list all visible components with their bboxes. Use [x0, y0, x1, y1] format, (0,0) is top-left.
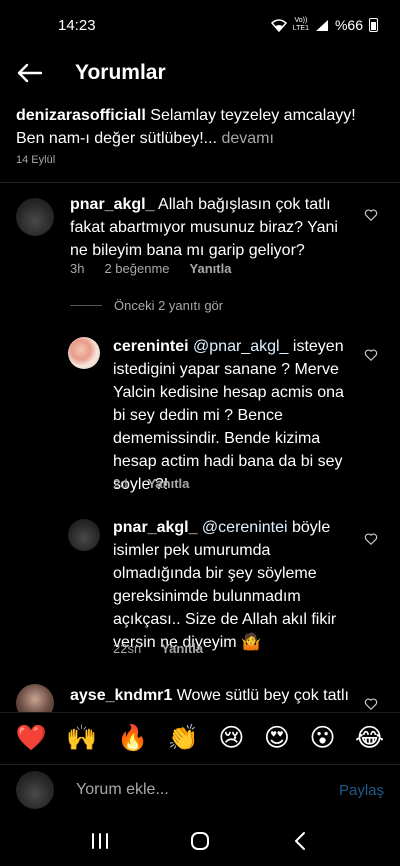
emoji-surprised[interactable]: 😮 [309, 726, 335, 751]
divider [0, 182, 400, 183]
recent-apps-icon [92, 833, 108, 849]
avatar[interactable] [68, 519, 100, 551]
comment-input-bar: Paylaş [0, 764, 400, 816]
emoji-heart-eyes[interactable]: 😍 [264, 726, 290, 751]
mention-link[interactable]: @cerenintei [197, 519, 288, 536]
comment-username[interactable]: ayse_kndmr1 [70, 687, 172, 704]
emoji-clap[interactable]: 👏 [168, 726, 199, 751]
caption-date: 14 Eylül [16, 154, 56, 166]
emoji-laughing[interactable]: 😂 [355, 726, 384, 751]
header: Yorumlar [0, 52, 400, 94]
home-button[interactable] [180, 821, 220, 861]
emoji-heart[interactable]: ❤️ [16, 726, 47, 751]
system-nav-bar [0, 816, 400, 866]
reply-meta: 22sn Yanıtla [113, 641, 203, 656]
emoji-raised-hands[interactable]: 🙌 [66, 726, 97, 751]
status-time: 14:23 [58, 16, 96, 34]
back-button[interactable] [13, 57, 45, 89]
comment-likes[interactable]: 2 beğenme [104, 261, 169, 276]
view-replies-button[interactable]: Önceki 2 yanıtı gör [70, 298, 223, 313]
post-button[interactable]: Paylaş [339, 782, 384, 799]
wifi-icon [270, 18, 287, 32]
chevron-left-icon [295, 832, 305, 850]
comment-input[interactable] [76, 778, 316, 802]
page-title: Yorumlar [75, 61, 166, 84]
reply-time: 2d [113, 476, 128, 491]
reply-text: cerenintei @pnar_akgl_ isteyen istedigin… [113, 338, 344, 493]
avatar[interactable] [16, 198, 54, 236]
comment-time: 3h [70, 261, 85, 276]
post-caption: denizarasofficiall Selamlay teyzeley amc… [16, 104, 386, 150]
recent-apps-button[interactable] [80, 821, 120, 861]
back-nav-button[interactable] [280, 821, 320, 861]
comment-text: ayse_kndmr1 Wowe sütlü bey çok tatlı [70, 687, 349, 704]
heart-icon[interactable] [364, 532, 378, 546]
avatar[interactable] [68, 337, 100, 369]
emoji-bar: ❤️ 🙌 🔥 👏 😢 😍 😮 😂 [0, 712, 400, 764]
heart-icon[interactable] [364, 208, 378, 222]
signal-icon [315, 19, 328, 31]
home-icon [191, 832, 209, 850]
network-label: Vo)) LTE1 [292, 17, 309, 32]
emoji-fire[interactable]: 🔥 [117, 726, 148, 751]
reply-button[interactable]: Yanıtla [190, 261, 232, 276]
emoji-crying[interactable]: 😢 [218, 726, 244, 751]
battery-percent: %66 [334, 17, 363, 33]
caption-username[interactable]: denizarasofficiall [16, 107, 146, 124]
status-icons: Vo)) LTE1 %66 [270, 17, 378, 33]
reply-username[interactable]: cerenintei [113, 338, 189, 355]
comment-text: pnar_akgl_ Allah bağışlasın çok tatlı fa… [70, 196, 338, 259]
reply-button[interactable]: Yanıtla [147, 476, 189, 491]
reply-button[interactable]: Yanıtla [161, 641, 203, 656]
reply-username[interactable]: pnar_akgl_ [113, 519, 197, 536]
comment-username[interactable]: pnar_akgl_ [70, 196, 154, 213]
mention-link[interactable]: @pnar_akgl_ [189, 338, 288, 355]
arrow-left-icon [17, 63, 42, 83]
heart-icon[interactable] [364, 697, 378, 711]
reply-time: 22sn [113, 641, 142, 656]
reply-meta: 2d Yanıtla [113, 476, 189, 491]
battery-icon [369, 18, 378, 32]
user-avatar [16, 771, 54, 809]
status-bar: 14:23 Vo)) LTE1 %66 [0, 0, 400, 50]
caption-more-link[interactable]: devamı [217, 130, 273, 147]
replies-line [70, 305, 102, 306]
comment-meta: 3h 2 beğenme Yanıtla [70, 261, 231, 276]
heart-icon[interactable] [364, 348, 378, 362]
reply-text: pnar_akgl_ @cerenintei böyle isimler pek… [113, 519, 337, 651]
